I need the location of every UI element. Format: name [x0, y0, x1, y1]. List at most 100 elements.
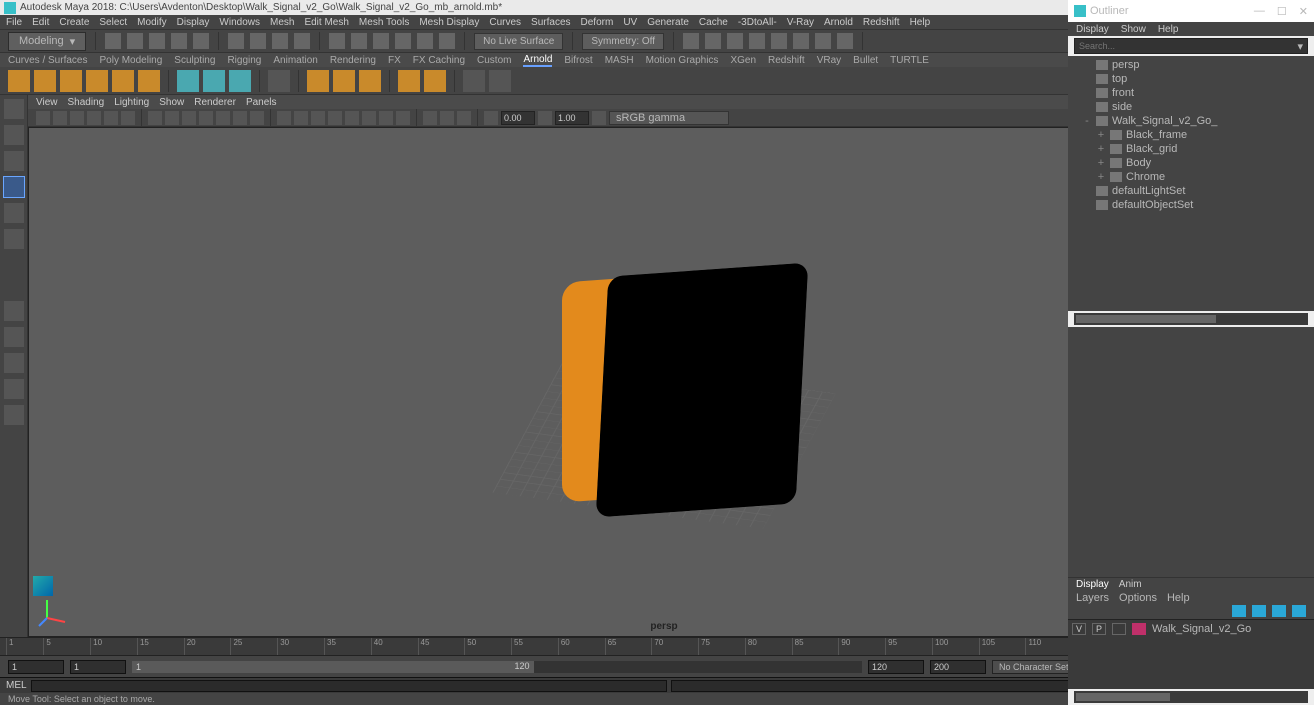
vp-safe-action-icon[interactable]	[233, 111, 247, 125]
outliner-menu-show[interactable]: Show	[1121, 24, 1146, 35]
menu-edit[interactable]: Edit	[32, 17, 49, 28]
arnold-physical-sky-icon[interactable]	[138, 70, 160, 92]
arnold-render-view-icon[interactable]	[424, 70, 446, 92]
playback-start-field[interactable]: 1	[70, 660, 126, 674]
vp-textured-icon[interactable]	[311, 111, 325, 125]
layer-menu-options[interactable]: Options	[1119, 592, 1157, 604]
paint-select-icon[interactable]	[272, 33, 288, 49]
vp-isolate-icon[interactable]	[423, 111, 437, 125]
vp-menu-show[interactable]: Show	[159, 97, 184, 108]
outliner-hscroll[interactable]	[1074, 313, 1308, 325]
arnold-ipr-icon[interactable]	[489, 70, 511, 92]
shelf-tab-redshift[interactable]: Redshift	[768, 55, 805, 66]
menu-file[interactable]: File	[6, 17, 22, 28]
playback-end-field[interactable]: 120	[868, 660, 924, 674]
vp-menu-renderer[interactable]: Renderer	[194, 97, 236, 108]
layer-move-up-icon[interactable]	[1232, 605, 1246, 617]
shelf-tab-arnold[interactable]: Arnold	[523, 54, 552, 67]
outliner-node[interactable]: +Body	[1068, 156, 1314, 170]
open-scene-icon[interactable]	[127, 33, 143, 49]
live-surface-button[interactable]: No Live Surface	[474, 33, 563, 50]
vp-xray-icon[interactable]	[440, 111, 454, 125]
vp-gamma-icon[interactable]	[538, 111, 552, 125]
vp-bookmark-icon[interactable]	[70, 111, 84, 125]
menu-curves[interactable]: Curves	[489, 17, 521, 28]
outliner-node[interactable]: top	[1068, 72, 1314, 86]
vp-ao-icon[interactable]	[362, 111, 376, 125]
rotate-tool[interactable]	[4, 203, 24, 223]
range-slider[interactable]: 1120	[132, 661, 862, 673]
vp-color-space-dropdown[interactable]: sRGB gamma	[609, 111, 729, 125]
vp-image-plane-icon[interactable]	[87, 111, 101, 125]
paint-tool[interactable]	[4, 151, 24, 171]
menu-select[interactable]: Select	[99, 17, 127, 28]
undo-icon[interactable]	[171, 33, 187, 49]
menu-mesh-display[interactable]: Mesh Display	[419, 17, 479, 28]
shelf-tab-motion-graphics[interactable]: Motion Graphics	[646, 55, 719, 66]
select-mode-icon[interactable]	[228, 33, 244, 49]
outliner-search[interactable]: ▾	[1074, 38, 1308, 54]
select-tool[interactable]	[4, 99, 24, 119]
vp-menu-view[interactable]: View	[36, 97, 58, 108]
menu-help[interactable]: Help	[910, 17, 931, 28]
shelf-tab-bullet[interactable]: Bullet	[853, 55, 878, 66]
outliner-menu-help[interactable]: Help	[1158, 24, 1179, 35]
arnold-standin-icon[interactable]	[203, 70, 225, 92]
outliner-tree[interactable]: persptopfrontside-Walk_Signal_v2_Go_+Bla…	[1068, 56, 1314, 311]
vp-resolution-gate-icon[interactable]	[182, 111, 196, 125]
render-icon[interactable]	[705, 33, 721, 49]
shelf-tab-curves-surfaces[interactable]: Curves / Surfaces	[8, 55, 87, 66]
shelf-tab-poly-modeling[interactable]: Poly Modeling	[99, 55, 162, 66]
vp-shaded-icon[interactable]	[294, 111, 308, 125]
layer-new-empty-icon[interactable]	[1272, 605, 1286, 617]
snap-view-icon[interactable]	[417, 33, 433, 49]
vp-motion-blur-icon[interactable]	[379, 111, 393, 125]
vp-view-transform-icon[interactable]	[592, 111, 606, 125]
menu-v-ray[interactable]: V-Ray	[787, 17, 814, 28]
outliner-node[interactable]: defaultObjectSet	[1068, 198, 1314, 212]
menu-deform[interactable]: Deform	[581, 17, 614, 28]
menu--3dtoall-[interactable]: -3DtoAll-	[738, 17, 777, 28]
ipr-render-icon[interactable]	[727, 33, 743, 49]
anim-start-field[interactable]: 1	[8, 660, 64, 674]
outliner-node[interactable]: front	[1068, 86, 1314, 100]
shelf-tab-custom[interactable]: Custom	[477, 55, 511, 66]
vp-exposure-field[interactable]	[501, 111, 535, 125]
shelf-tab-fx-caching[interactable]: FX Caching	[413, 55, 465, 66]
vp-2d-pan-icon[interactable]	[104, 111, 118, 125]
arnold-tx-manager-icon[interactable]	[307, 70, 329, 92]
outliner-minimize-button[interactable]: —	[1254, 5, 1265, 18]
outliner-node[interactable]: persp	[1068, 58, 1314, 72]
time-ruler[interactable]: 1510152025303540455055606570758085909510…	[6, 638, 1119, 655]
hypershade-icon[interactable]	[771, 33, 787, 49]
render-setup-icon[interactable]	[793, 33, 809, 49]
menu-windows[interactable]: Windows	[219, 17, 260, 28]
arnold-volume-icon[interactable]	[229, 70, 251, 92]
shelf-tab-sculpting[interactable]: Sculpting	[174, 55, 215, 66]
layer-vis-toggle[interactable]: V	[1072, 623, 1086, 635]
chevron-down-icon[interactable]: ▾	[1297, 40, 1303, 53]
shelf-tab-rendering[interactable]: Rendering	[330, 55, 376, 66]
vp-wireframe-icon[interactable]	[277, 111, 291, 125]
menu-display[interactable]: Display	[177, 17, 210, 28]
outliner-node[interactable]: -Walk_Signal_v2_Go_	[1068, 114, 1314, 128]
anim-end-field[interactable]: 200	[930, 660, 986, 674]
workspace-mode-dropdown[interactable]: Modeling▾	[8, 32, 86, 51]
vp-gamma-field[interactable]	[555, 111, 589, 125]
vp-select-camera-icon[interactable]	[36, 111, 50, 125]
component-icon[interactable]	[294, 33, 310, 49]
outliner-maximize-button[interactable]: ☐	[1277, 5, 1287, 18]
layer-menu-layers[interactable]: Layers	[1076, 592, 1109, 604]
scale-tool[interactable]	[4, 229, 24, 249]
menu-uv[interactable]: UV	[623, 17, 637, 28]
shelf-tab-turtle[interactable]: TURTLE	[890, 55, 929, 66]
pause-icon[interactable]	[837, 33, 853, 49]
menu-mesh[interactable]: Mesh	[270, 17, 294, 28]
vp-safe-title-icon[interactable]	[250, 111, 264, 125]
shelf-tab-xgen[interactable]: XGen	[730, 55, 756, 66]
shelf-tab-vray[interactable]: VRay	[817, 55, 841, 66]
outliner-node[interactable]: +Black_grid	[1068, 142, 1314, 156]
outliner-search-input[interactable]	[1079, 41, 1297, 51]
new-scene-icon[interactable]	[105, 33, 121, 49]
arnold-photometric-icon[interactable]	[86, 70, 108, 92]
